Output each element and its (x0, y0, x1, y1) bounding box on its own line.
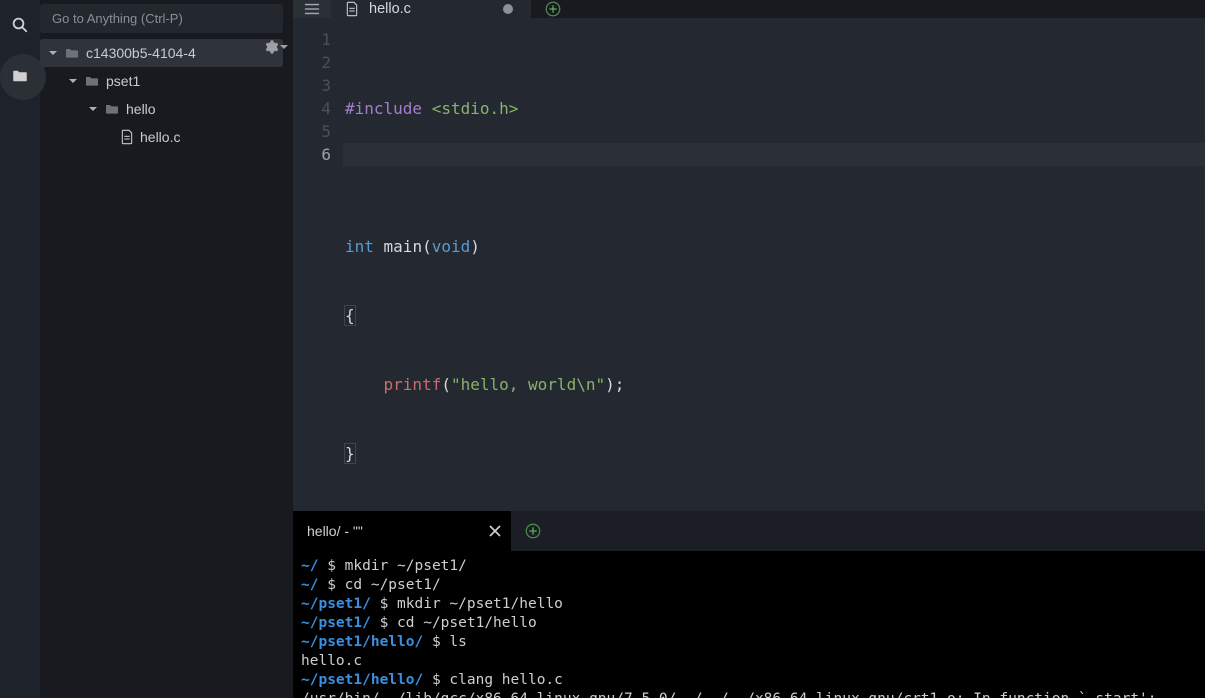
search-rail-button[interactable] (3, 8, 37, 42)
tree-settings[interactable] (263, 39, 289, 55)
editor-tabbar: hello.c (293, 0, 1205, 18)
current-line-highlight (343, 143, 1205, 166)
terminal-line: ~/pset1/hello/ $ clang hello.c (301, 671, 1197, 690)
plus-circle-icon (524, 522, 542, 540)
file-icon (345, 1, 359, 17)
token: "hello, world (451, 375, 576, 394)
terminal-tab[interactable]: hello/ - "" (293, 511, 511, 551)
token: ) (470, 237, 480, 256)
terminal-pane: hello/ - "" ~/ $ mkdir ~/pset1/~/ $ cd ~… (293, 511, 1205, 698)
chevron-down-icon (86, 102, 100, 116)
token: { (345, 306, 355, 325)
activity-bar (0, 0, 40, 698)
terminal-output[interactable]: ~/ $ mkdir ~/pset1/~/ $ cd ~/pset1/~/pse… (293, 551, 1205, 698)
chevron-down-icon (46, 46, 60, 60)
folder-label: hello (126, 101, 156, 117)
folder-icon (64, 46, 80, 60)
token: } (345, 444, 355, 463)
tab-label: hello.c (369, 1, 411, 17)
tree-folder-hello[interactable]: hello (40, 95, 283, 123)
token: \n (576, 375, 595, 394)
token: <stdio.h> (432, 99, 519, 118)
folder-icon (104, 102, 120, 116)
tree-file-hello-c[interactable]: hello.c (40, 123, 283, 151)
token: ( (441, 375, 451, 394)
code-area[interactable]: #include <stdio.h> int main(void) { prin… (343, 18, 1205, 511)
folder-label: pset1 (106, 73, 140, 89)
terminal-line: ~/pset1/ $ cd ~/pset1/hello (301, 614, 1197, 633)
token: int (345, 237, 374, 256)
close-tab-button[interactable] (485, 521, 505, 541)
search-icon (11, 16, 29, 34)
terminal-line: ~/ $ cd ~/pset1/ (301, 576, 1197, 595)
line-number: 4 (293, 97, 331, 120)
terminal-line: ~/pset1/hello/ $ ls (301, 633, 1197, 652)
token: main( (374, 237, 432, 256)
terminal-line: ~/pset1/ $ mkdir ~/pset1/hello (301, 595, 1197, 614)
file-label: hello.c (140, 129, 180, 145)
folder-icon (11, 67, 29, 85)
line-number: 3 (293, 74, 331, 97)
line-number: 5 (293, 120, 331, 143)
token: " (595, 375, 605, 394)
files-rail-button[interactable] (0, 56, 40, 96)
terminal-tab-label: hello/ - "" (307, 523, 363, 539)
token: ); (605, 375, 624, 394)
gear-icon (263, 39, 279, 55)
terminal-tabbar: hello/ - "" (293, 511, 1205, 551)
token: void (432, 237, 471, 256)
line-number: 2 (293, 51, 331, 74)
chevron-down-icon (66, 74, 80, 88)
hamburger-button[interactable] (293, 0, 331, 18)
line-number: 6 (293, 143, 331, 166)
caret-down-icon (279, 42, 289, 52)
new-terminal-button[interactable] (511, 511, 555, 551)
new-tab-button[interactable] (531, 0, 575, 18)
goto-anything-input[interactable]: Go to Anything (Ctrl-P) (40, 4, 283, 33)
folder-label: c14300b5-4104-4 (86, 45, 196, 61)
token: printf (384, 375, 442, 394)
search-row: Go to Anything (Ctrl-P) (40, 0, 293, 39)
app-root: Go to Anything (Ctrl-P) c14300b5-4104-4 … (0, 0, 1205, 698)
plus-circle-icon (544, 0, 562, 18)
token (345, 375, 384, 394)
token: #include (345, 99, 432, 118)
editor-tab-hello-c[interactable]: hello.c (331, 0, 531, 18)
code-editor[interactable]: 1 2 3 4 5 6 #include <stdio.h> int main(… (293, 18, 1205, 511)
terminal-line: hello.c (301, 652, 1197, 671)
hamburger-icon (304, 2, 320, 16)
dirty-indicator-icon (503, 4, 513, 14)
terminal-line: /usr/bin/../lib/gcc/x86_64-linux-gnu/7.5… (301, 690, 1197, 698)
line-number: 1 (293, 28, 331, 51)
line-gutter: 1 2 3 4 5 6 (293, 18, 343, 511)
close-icon (489, 525, 501, 537)
terminal-line: ~/ $ mkdir ~/pset1/ (301, 557, 1197, 576)
file-icon (120, 129, 134, 145)
sidebar: Go to Anything (Ctrl-P) c14300b5-4104-4 … (40, 0, 293, 698)
tree-folder-pset1[interactable]: pset1 (40, 67, 283, 95)
tree-root-folder[interactable]: c14300b5-4104-4 (40, 39, 283, 67)
file-tree: c14300b5-4104-4 pset1 hello hello.c (40, 39, 293, 151)
folder-icon (84, 74, 100, 88)
main-area: hello.c 1 2 3 4 5 6 #include <stdio.h> i… (293, 0, 1205, 698)
